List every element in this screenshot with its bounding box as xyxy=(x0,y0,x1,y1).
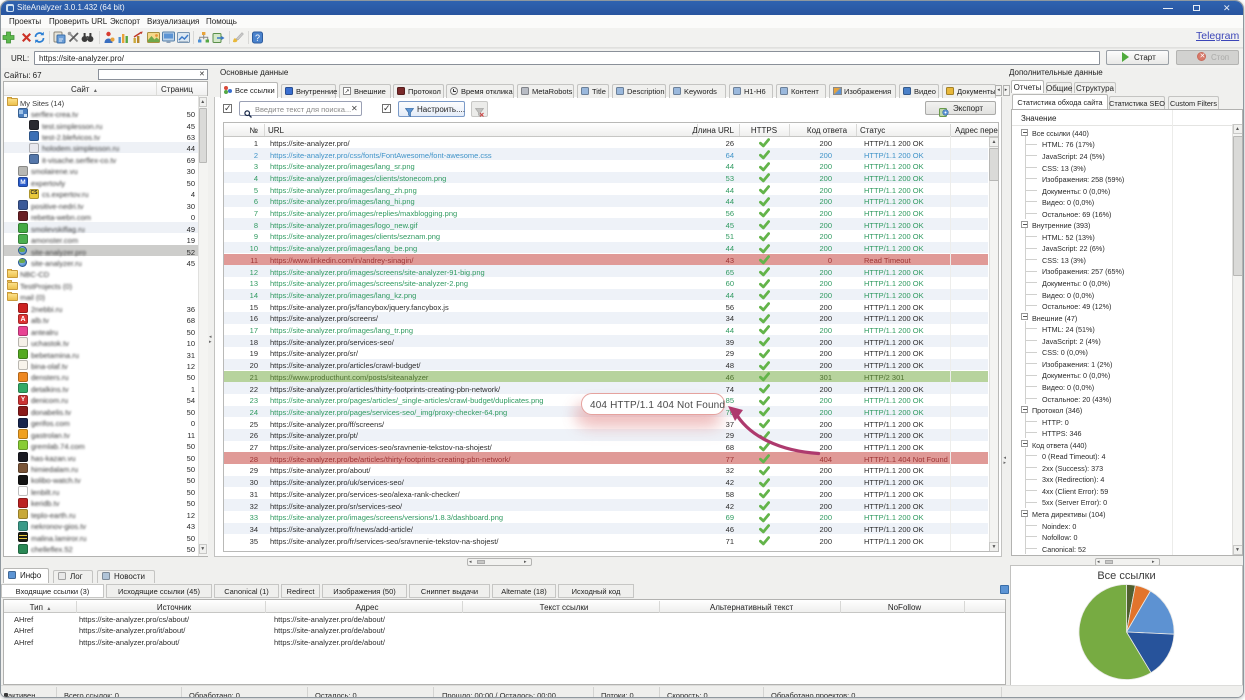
svg-text:?: ? xyxy=(255,33,260,43)
